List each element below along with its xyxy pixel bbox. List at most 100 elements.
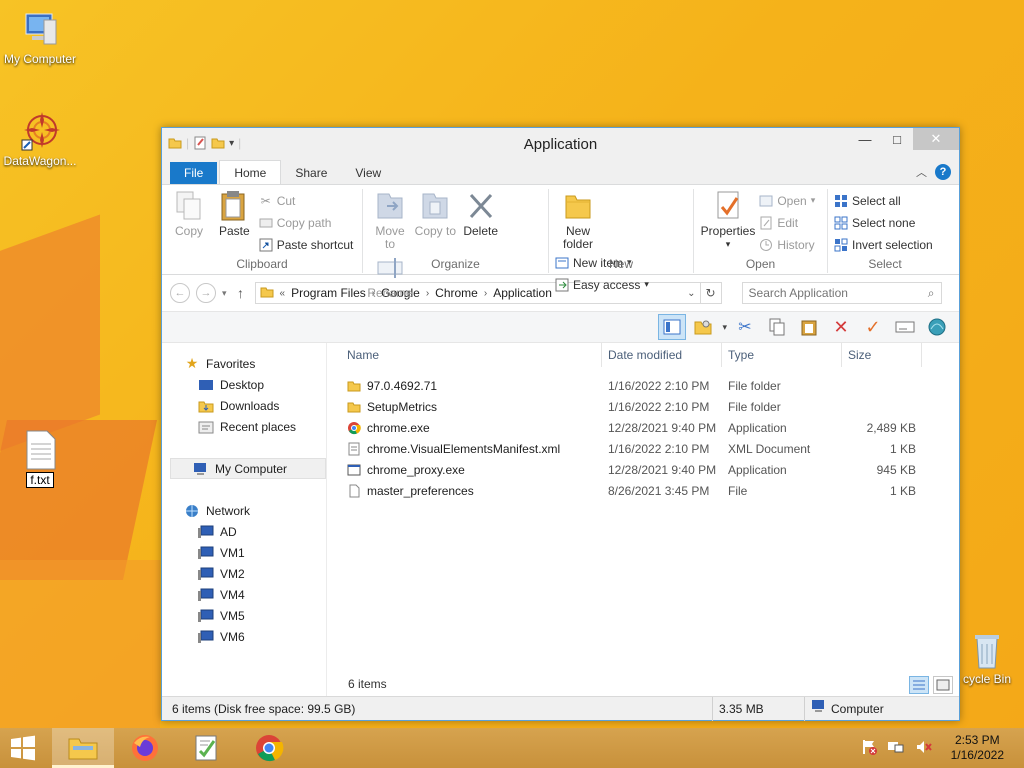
back-button[interactable]: ← xyxy=(170,283,190,303)
taskbar-notepad-plus[interactable] xyxy=(176,728,238,768)
move-to-icon xyxy=(374,189,406,223)
taskbar-chrome[interactable] xyxy=(238,728,300,768)
column-date-modified[interactable]: Date modified xyxy=(602,342,722,367)
details-view-button[interactable] xyxy=(909,676,929,694)
title-bar[interactable]: | ▾ | Application — □ ✕ xyxy=(162,128,959,160)
breadcrumb-overflow[interactable]: « xyxy=(280,288,286,299)
breadcrumb-chrome[interactable]: Chrome xyxy=(435,286,478,300)
nav-network-ad[interactable]: AD xyxy=(162,521,326,542)
nav-network-vm1[interactable]: VM1 xyxy=(162,542,326,563)
maximize-button[interactable]: □ xyxy=(881,128,913,150)
column-size[interactable]: Size xyxy=(842,342,922,367)
large-icons-view-button[interactable] xyxy=(933,676,953,694)
volume-muted-icon[interactable] xyxy=(915,739,933,758)
close-button[interactable]: ✕ xyxy=(913,128,959,150)
table-row[interactable]: 97.0.4692.71 1/16/2022 2:10 PM File folder xyxy=(327,375,959,396)
preview-pane-icon xyxy=(663,319,681,335)
preview-pane-button[interactable] xyxy=(658,314,687,340)
copy-toolbar-button[interactable] xyxy=(763,314,791,340)
tab-view[interactable]: View xyxy=(341,162,395,184)
nav-network-vm2[interactable]: VM2 xyxy=(162,563,326,584)
open-button[interactable]: Open ▾ xyxy=(759,191,815,210)
minimize-button[interactable]: — xyxy=(849,128,881,150)
collapse-ribbon-icon[interactable]: ︿ xyxy=(916,164,927,180)
shell-extension-button[interactable] xyxy=(923,314,951,340)
clock[interactable]: 2:53 PM 1/16/2022 xyxy=(951,733,1004,763)
tab-share[interactable]: Share xyxy=(281,162,341,184)
shell-icon xyxy=(928,318,946,336)
edit-button[interactable]: Edit xyxy=(759,213,815,232)
history-button[interactable]: History xyxy=(759,235,815,254)
chevron-down-icon[interactable]: ▾ xyxy=(722,322,727,333)
taskbar-file-explorer[interactable] xyxy=(52,728,114,768)
breadcrumb-program-files[interactable]: Program Files xyxy=(291,286,366,300)
help-button[interactable]: ? xyxy=(935,164,951,180)
refresh-button[interactable]: ↻ xyxy=(699,282,722,304)
delete-toolbar-button[interactable]: ✕ xyxy=(827,314,855,340)
folder-options-button[interactable] xyxy=(690,314,718,340)
invert-selection-button[interactable]: Invert selection xyxy=(834,235,933,254)
nav-favorites[interactable]: ★ Favorites xyxy=(162,353,326,374)
forward-button[interactable]: → xyxy=(196,283,216,303)
select-none-button[interactable]: Select none xyxy=(834,213,933,232)
nav-desktop[interactable]: Desktop xyxy=(162,374,326,395)
cut-toolbar-button[interactable]: ✂ xyxy=(731,314,759,340)
search-input[interactable] xyxy=(748,286,909,300)
network-status-icon[interactable] xyxy=(887,739,905,758)
paste-toolbar-button[interactable] xyxy=(795,314,823,340)
properties-button[interactable]: Properties ▾ xyxy=(700,189,756,251)
file-name-cell: master_preferences xyxy=(341,484,602,498)
copy-to-button[interactable]: Copy to xyxy=(414,189,456,238)
delete-icon xyxy=(465,189,497,223)
nav-network-vm5[interactable]: VM5 xyxy=(162,605,326,626)
search-box[interactable]: ⌕ xyxy=(741,282,942,304)
recent-locations-icon[interactable]: ▾ xyxy=(222,288,227,299)
nav-network-vm6[interactable]: VM6 xyxy=(162,626,326,647)
tab-home[interactable]: Home xyxy=(219,160,282,184)
select-all-button[interactable]: Select all xyxy=(834,191,933,210)
nav-network[interactable]: Network xyxy=(162,500,326,521)
paste-shortcut-button[interactable]: Paste shortcut xyxy=(259,235,353,254)
paste-button[interactable]: Paste xyxy=(213,189,255,238)
breadcrumb-application[interactable]: Application xyxy=(493,286,552,300)
nav-downloads[interactable]: Downloads xyxy=(162,395,326,416)
action-center-icon[interactable] xyxy=(861,739,877,758)
nav-recent-places[interactable]: Recent places xyxy=(162,416,326,437)
column-name[interactable]: Name xyxy=(341,342,602,367)
easy-access-button[interactable]: Easy access ▾ xyxy=(555,275,649,294)
wallpaper-shape xyxy=(0,560,160,730)
table-row[interactable]: master_preferences 8/26/2021 3:45 PM File 1… xyxy=(327,480,959,501)
file-list: Name Date modified Type Size 97.0.4692.7… xyxy=(327,342,959,696)
nav-network-vm4[interactable]: VM4 xyxy=(162,584,326,605)
address-dropdown-icon[interactable]: ⌄ xyxy=(687,288,695,299)
move-to-button[interactable]: Move to xyxy=(369,189,411,251)
desktop-icon-recycle-bin[interactable]: cycle Bin xyxy=(950,630,1024,686)
cut-button[interactable]: ✂ Cut xyxy=(259,191,354,210)
desktop-icon-my-computer[interactable]: My Computer xyxy=(0,10,80,66)
start-button[interactable] xyxy=(0,728,46,768)
properties-toolbar-button[interactable]: ✓ xyxy=(859,314,887,340)
table-row[interactable]: chrome.exe 12/28/2021 9:40 PM Application 2… xyxy=(327,417,959,438)
up-button[interactable]: ↑ xyxy=(233,285,249,301)
search-icon[interactable]: ⌕ xyxy=(928,286,935,301)
nav-my-computer[interactable]: My Computer xyxy=(170,458,326,479)
copy-path-icon xyxy=(259,216,273,230)
new-folder-button[interactable]: New folder xyxy=(555,189,601,251)
exe-icon xyxy=(347,463,361,477)
table-row[interactable]: chrome.VisualElementsManifest.xml 1/16/20… xyxy=(327,438,959,459)
desktop-icon-datawagon[interactable]: DataWagon... xyxy=(0,112,80,168)
desktop-icon-text-file[interactable]: f.txt xyxy=(0,430,80,488)
table-row[interactable]: SetupMetrics 1/16/2022 2:10 PM File folder xyxy=(327,396,959,417)
delete-button[interactable]: Delete xyxy=(460,189,502,238)
breadcrumb-separator-icon[interactable]: › xyxy=(484,288,487,299)
star-icon: ★ xyxy=(185,355,199,371)
copy-path-button[interactable]: Copy path xyxy=(259,213,354,232)
rename-toolbar-button[interactable] xyxy=(891,314,919,340)
breadcrumb-separator-icon[interactable]: › xyxy=(426,288,429,299)
copy-button[interactable]: Copy xyxy=(168,189,210,238)
table-row[interactable]: chrome_proxy.exe 12/28/2021 9:40 PM Applic… xyxy=(327,459,959,480)
column-type[interactable]: Type xyxy=(722,342,842,367)
rename-field[interactable]: f.txt xyxy=(26,472,54,488)
tab-file[interactable]: File xyxy=(170,162,218,184)
taskbar-firefox[interactable] xyxy=(114,728,176,768)
